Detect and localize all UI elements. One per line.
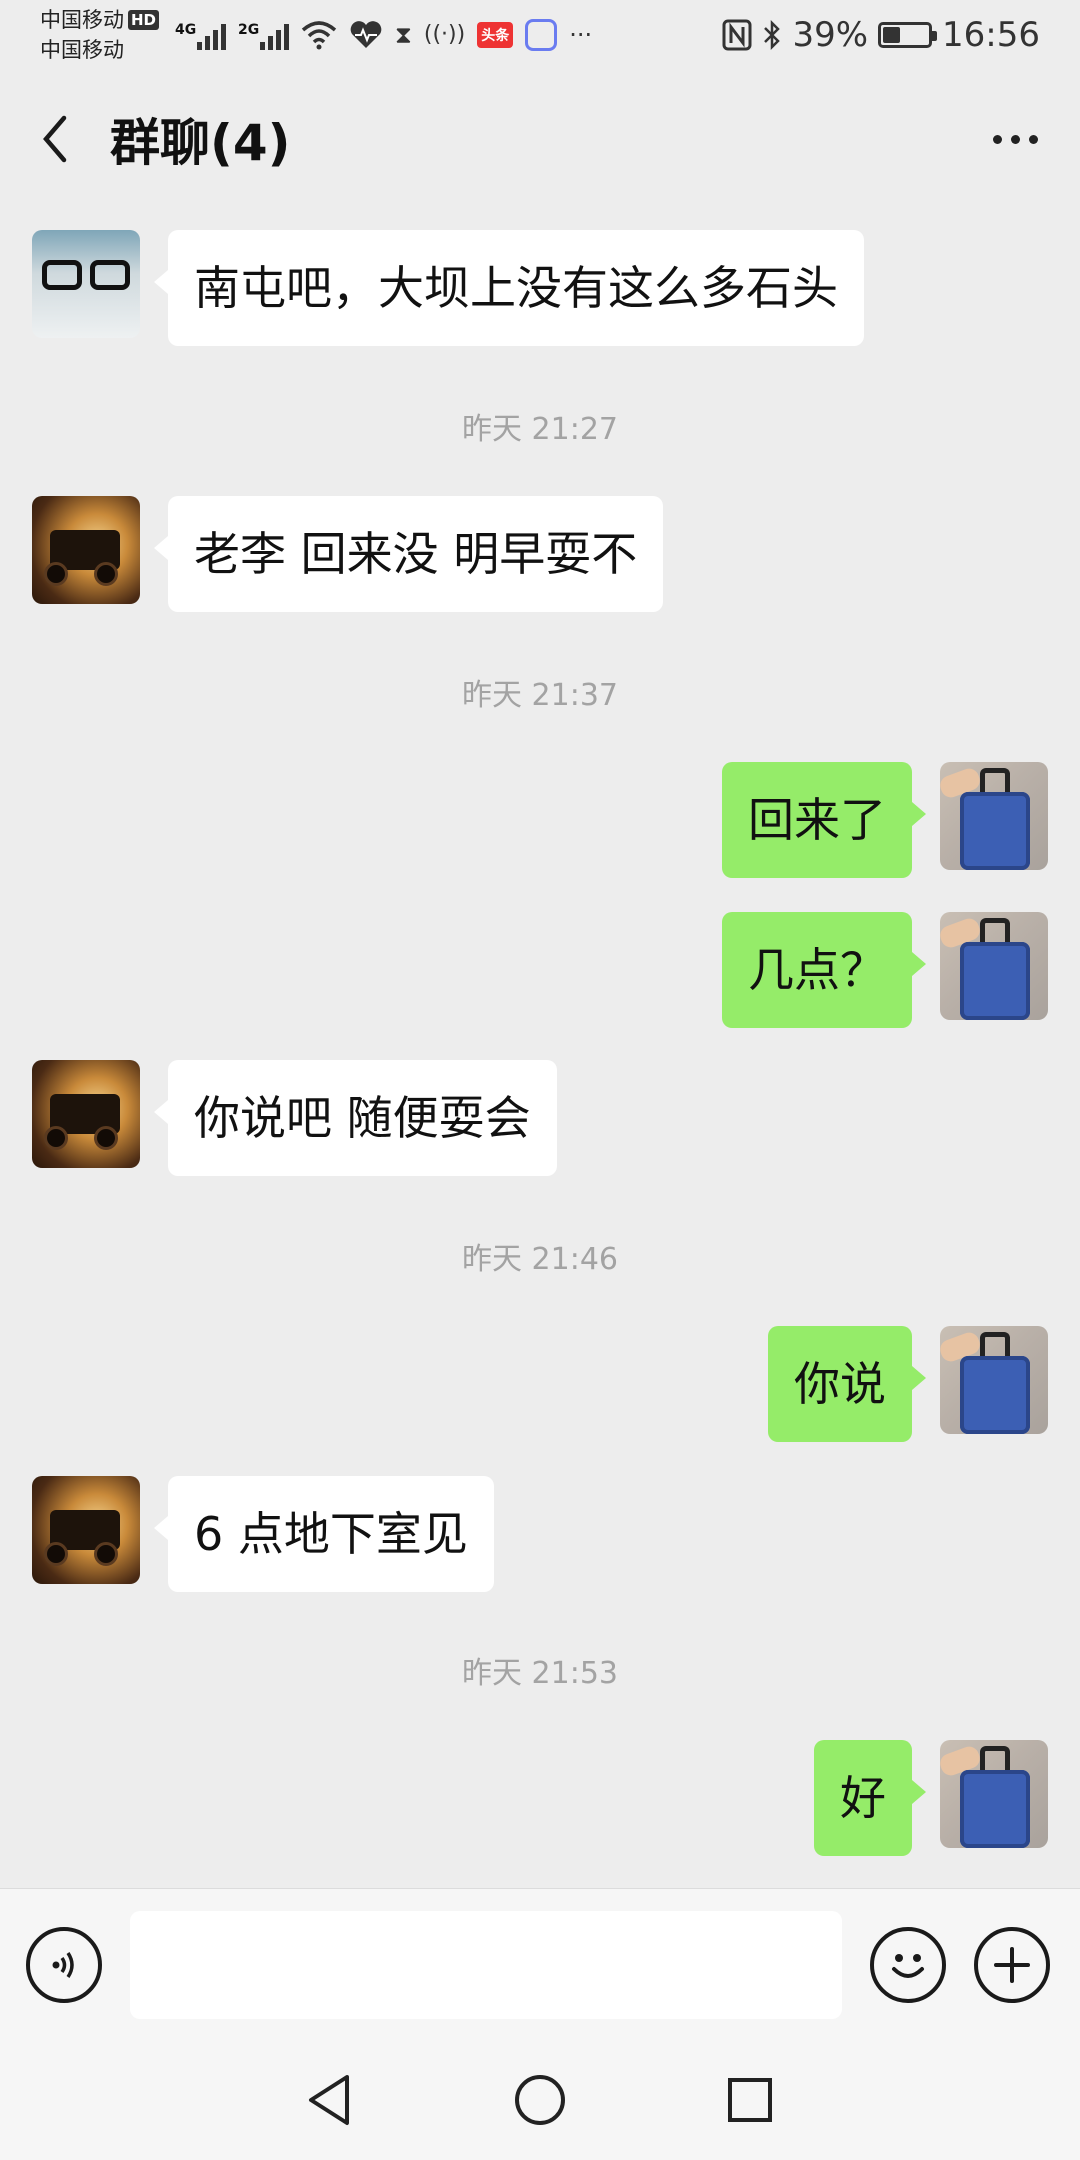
more-dots-icon	[992, 134, 1002, 144]
message-bubble[interactable]: 6 点地下室见	[154, 1476, 494, 1592]
voice-icon	[52, 1951, 74, 1978]
avatar[interactable]	[940, 1740, 1048, 1848]
chat-app-icon	[525, 19, 558, 51]
heart-rate-icon	[350, 21, 382, 48]
message-row: 回来了	[722, 762, 1048, 878]
message-bubble[interactable]: 你说吧 随便耍会	[154, 1060, 557, 1176]
signal-icon-2: 2G	[238, 20, 290, 50]
message-bubble[interactable]: 南屯吧，大坝上没有这么多石头	[154, 230, 864, 346]
signal-icon: 4G	[175, 20, 227, 50]
hourglass-icon: ⧗	[395, 21, 412, 49]
more-options-button[interactable]	[950, 70, 1080, 208]
message-row: 老李 回来没 明早耍不	[32, 496, 664, 612]
carrier-1-label: 中国移动	[40, 8, 124, 32]
message-row: 南屯吧，大坝上没有这么多石头	[32, 230, 864, 346]
nav-home-icon	[515, 2075, 565, 2125]
network-type-2: 2G	[238, 22, 260, 38]
timestamp: 昨天 21:27	[462, 412, 618, 447]
message-row: 你说	[768, 1326, 1048, 1442]
more-actions-button[interactable]	[974, 1926, 1050, 2003]
avatar[interactable]	[940, 912, 1048, 1020]
message-row: 你说吧 随便耍会	[32, 1060, 557, 1176]
avatar[interactable]	[32, 230, 140, 338]
chat-message-list[interactable]: 南屯吧，大坝上没有这么多石头 昨天 21:27 老李 回来没 明早耍不 昨天 2…	[0, 208, 1080, 1888]
page-title: 群聊(4)	[110, 114, 291, 172]
toutiao-app-icon: 头条	[477, 22, 514, 48]
status-bar: 中国移动 HD 中国移动 4G 2G ⧗ ((·)) 头条 ··· 39% 16…	[0, 0, 1080, 70]
message-row: 几点？	[722, 912, 1048, 1028]
overflow-indicator: ···	[569, 21, 593, 49]
bluetooth-icon	[764, 19, 781, 51]
message-input[interactable]	[130, 1910, 842, 2019]
wifi-icon	[301, 21, 337, 50]
battery-percent: 39%	[792, 15, 869, 55]
avatar[interactable]	[32, 496, 140, 604]
message-bubble[interactable]: 回来了	[722, 762, 926, 878]
message-bubble[interactable]: 好	[814, 1740, 926, 1856]
nav-recents-icon	[728, 2078, 772, 2122]
message-bubble[interactable]: 几点？	[722, 912, 926, 1028]
carrier-2-label: 中国移动	[40, 38, 124, 62]
plus-icon	[994, 1946, 1030, 1983]
avatar[interactable]	[32, 1476, 140, 1584]
message-row: 好	[814, 1740, 1048, 1856]
back-button[interactable]	[0, 70, 110, 208]
avatar[interactable]	[940, 762, 1048, 870]
emoji-icon	[892, 1953, 924, 1978]
nav-back-icon	[309, 2075, 349, 2125]
clock: 16:56	[942, 15, 1040, 55]
chat-input-bar	[0, 1888, 1080, 2040]
battery-level	[883, 27, 901, 43]
nav-back-button[interactable]	[300, 2070, 360, 2130]
system-nav-bar	[0, 2040, 1080, 2160]
nav-recents-button[interactable]	[720, 2070, 780, 2130]
hd-badge: HD	[128, 10, 160, 30]
timestamp: 昨天 21:37	[462, 678, 618, 713]
avatar[interactable]	[32, 1060, 140, 1168]
emoji-button[interactable]	[870, 1926, 946, 2003]
carrier-info: 中国移动 HD 中国移动	[40, 5, 160, 65]
chevron-left-icon	[43, 115, 67, 163]
nav-home-button[interactable]	[510, 2070, 570, 2130]
network-type-1: 4G	[175, 22, 197, 38]
title-bar: 群聊(4)	[0, 70, 1080, 208]
timestamp: 昨天 21:53	[462, 1656, 618, 1691]
message-row: 6 点地下室见	[32, 1476, 494, 1592]
message-bubble[interactable]: 你说	[768, 1326, 926, 1442]
timestamp: 昨天 21:46	[462, 1242, 618, 1277]
message-bubble[interactable]: 老李 回来没 明早耍不	[153, 496, 664, 612]
avatar[interactable]	[940, 1326, 1048, 1434]
voice-button[interactable]	[26, 1926, 102, 2003]
battery-icon	[878, 22, 938, 48]
nfc-icon	[722, 19, 752, 51]
hotspot-icon: ((·))	[423, 22, 466, 47]
